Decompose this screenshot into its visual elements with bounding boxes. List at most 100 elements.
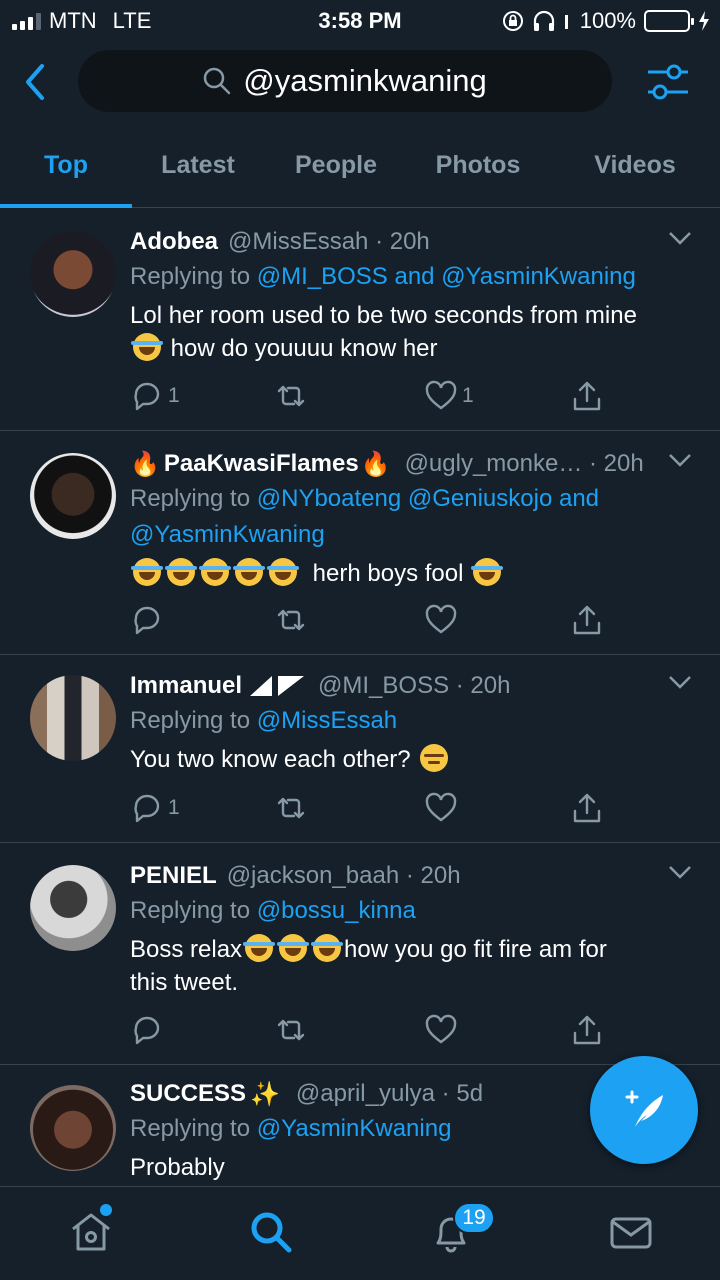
compose-tweet-button[interactable] bbox=[590, 1056, 698, 1164]
replying-to: Replying to @MissEssah bbox=[130, 703, 700, 739]
like-button[interactable] bbox=[424, 1013, 462, 1047]
reply-count: 1 bbox=[168, 796, 180, 819]
author-handle: @april_yulya · 5d bbox=[295, 1080, 484, 1107]
filter-settings-icon[interactable] bbox=[646, 62, 690, 102]
tab-top[interactable]: Top bbox=[0, 130, 132, 208]
laughing-emoji-icon bbox=[471, 558, 504, 586]
like-button[interactable] bbox=[424, 791, 462, 825]
active-tab-indicator bbox=[0, 204, 132, 208]
laughing-emoji-icon bbox=[243, 934, 276, 962]
tweet-item[interactable]: PENIEL @jackson_baah · 20h Replying to @… bbox=[0, 843, 720, 1065]
heart-icon bbox=[425, 380, 457, 410]
author-handle: @MissEssah · 20h bbox=[228, 228, 430, 255]
replying-mentions[interactable]: @bossu_kinna bbox=[257, 897, 416, 924]
retweet-button[interactable] bbox=[274, 1013, 308, 1047]
reply-icon bbox=[134, 794, 160, 823]
avatar[interactable] bbox=[30, 865, 116, 951]
replying-prefix: Replying to bbox=[130, 263, 251, 290]
replying-to: Replying to @NYboateng @Geniuskojo and @Y… bbox=[130, 481, 700, 553]
reply-button[interactable] bbox=[130, 603, 168, 637]
tab-people[interactable]: People bbox=[266, 130, 406, 208]
search-input[interactable]: @yasminkwaning bbox=[78, 50, 612, 112]
tweet-actions bbox=[130, 1013, 700, 1053]
battery-icon bbox=[644, 10, 694, 32]
messages-envelope-icon[interactable] bbox=[606, 1207, 656, 1257]
tweet-text: Lol her room used to be two seconds from… bbox=[130, 299, 700, 365]
tweet-header: PENIEL @jackson_baah · 20h bbox=[130, 859, 700, 893]
reply-icon bbox=[134, 1016, 160, 1045]
reply-button[interactable]: 1 bbox=[130, 379, 180, 413]
tab-latest[interactable]: Latest bbox=[132, 130, 264, 208]
replying-mentions[interactable]: @MI_BOSS and @YasminKwaning bbox=[257, 263, 636, 290]
tweet-text-line: Probably bbox=[130, 1154, 225, 1181]
author-handle: @ugly_monke… · 20h bbox=[404, 450, 644, 477]
search-header: @yasminkwaning bbox=[0, 40, 720, 130]
fire-emoji-icon: 🔥 bbox=[130, 450, 160, 478]
tweet-body: Adobea @MissEssah · 20h Replying to @MI_… bbox=[130, 225, 700, 365]
tab-photos[interactable]: Photos bbox=[410, 130, 546, 208]
tweet-text: Probably bbox=[130, 1151, 700, 1184]
share-button[interactable] bbox=[570, 379, 604, 413]
laughing-emoji-icon bbox=[233, 558, 265, 586]
tab-videos[interactable]: Videos bbox=[560, 130, 710, 208]
retweet-button[interactable] bbox=[274, 603, 308, 637]
reply-button[interactable] bbox=[130, 1013, 168, 1047]
like-button[interactable] bbox=[424, 603, 462, 637]
retweet-icon bbox=[277, 609, 305, 631]
headphones-icon bbox=[533, 10, 554, 31]
laughing-emoji-icon bbox=[131, 558, 163, 586]
avatar[interactable] bbox=[30, 675, 116, 761]
replying-prefix: Replying to bbox=[130, 897, 251, 924]
heart-icon bbox=[425, 604, 457, 634]
chevron-down-icon[interactable] bbox=[668, 675, 692, 689]
avatar[interactable] bbox=[30, 1085, 116, 1171]
search-icon bbox=[204, 67, 231, 95]
replying-prefix: Replying to bbox=[130, 485, 251, 512]
share-button[interactable] bbox=[570, 603, 604, 637]
tweet-feed[interactable]: Adobea @MissEssah · 20h Replying to @MI_… bbox=[0, 209, 720, 1186]
replying-mentions[interactable]: @NYboateng @Geniuskojo and bbox=[257, 485, 599, 512]
replying-mentions[interactable]: @MissEssah bbox=[257, 707, 397, 734]
tweet-body: PENIEL @jackson_baah · 20h Replying to @… bbox=[130, 859, 700, 999]
search-tabs: Top Latest People Photos Videos bbox=[0, 130, 720, 208]
retweet-icon bbox=[277, 797, 305, 819]
like-button[interactable]: 1 bbox=[424, 379, 474, 413]
author-name[interactable]: Adobea bbox=[130, 228, 218, 256]
chevron-down-icon[interactable] bbox=[668, 231, 692, 245]
chevron-down-icon[interactable] bbox=[668, 865, 692, 879]
avatar[interactable] bbox=[30, 231, 116, 317]
tweet-body: Immanuel @MI_BOSS · 20h Replying to @Mis… bbox=[130, 669, 700, 776]
tweet-text-line: You two know each other? bbox=[130, 746, 411, 773]
back-arrow-icon[interactable] bbox=[20, 62, 54, 102]
tweet-text: Boss relax how you go fit fire am for thi… bbox=[130, 933, 700, 999]
author-name[interactable]: PENIEL bbox=[130, 862, 217, 890]
reply-icon bbox=[134, 606, 160, 635]
replying-mentions[interactable]: @YasminKwaning bbox=[257, 1115, 452, 1142]
battery-percent: 100% bbox=[579, 8, 636, 33]
retweet-button[interactable] bbox=[274, 791, 308, 825]
replying-mentions[interactable]: @YasminKwaning bbox=[130, 521, 325, 548]
thinking-emoji-icon bbox=[420, 744, 449, 772]
laughing-emoji-icon bbox=[277, 934, 310, 962]
share-button[interactable] bbox=[570, 791, 604, 825]
tweet-item[interactable]: Adobea @MissEssah · 20h Replying to @MI_… bbox=[0, 209, 720, 431]
replying-prefix: Replying to bbox=[130, 1115, 251, 1142]
author-name[interactable]: PaaKwasiFlames bbox=[164, 450, 359, 478]
author-name[interactable]: Immanuel bbox=[130, 672, 242, 700]
tweet-actions: 1 1 bbox=[130, 379, 700, 419]
reply-button[interactable]: 1 bbox=[130, 791, 180, 825]
avatar[interactable] bbox=[30, 453, 116, 539]
chevron-down-icon[interactable] bbox=[668, 453, 692, 467]
tweet-header: Adobea @MissEssah · 20h bbox=[130, 225, 700, 259]
retweet-icon bbox=[277, 385, 305, 407]
tweet-item[interactable]: Immanuel @MI_BOSS · 20h Replying to @Mis… bbox=[0, 655, 720, 843]
heart-icon bbox=[425, 1014, 457, 1044]
author-name[interactable]: SUCCESS bbox=[130, 1080, 246, 1108]
tweet-text-line: this tweet. bbox=[130, 969, 239, 996]
share-button[interactable] bbox=[570, 1013, 604, 1047]
search-icon[interactable] bbox=[246, 1207, 296, 1257]
replying-prefix: Replying to bbox=[130, 707, 251, 734]
retweet-button[interactable] bbox=[274, 379, 308, 413]
author-handle: @MI_BOSS · 20h bbox=[318, 672, 511, 699]
tweet-item[interactable]: 🔥 PaaKwasiFlames 🔥 @ugly_monke… · 20h Re… bbox=[0, 431, 720, 655]
